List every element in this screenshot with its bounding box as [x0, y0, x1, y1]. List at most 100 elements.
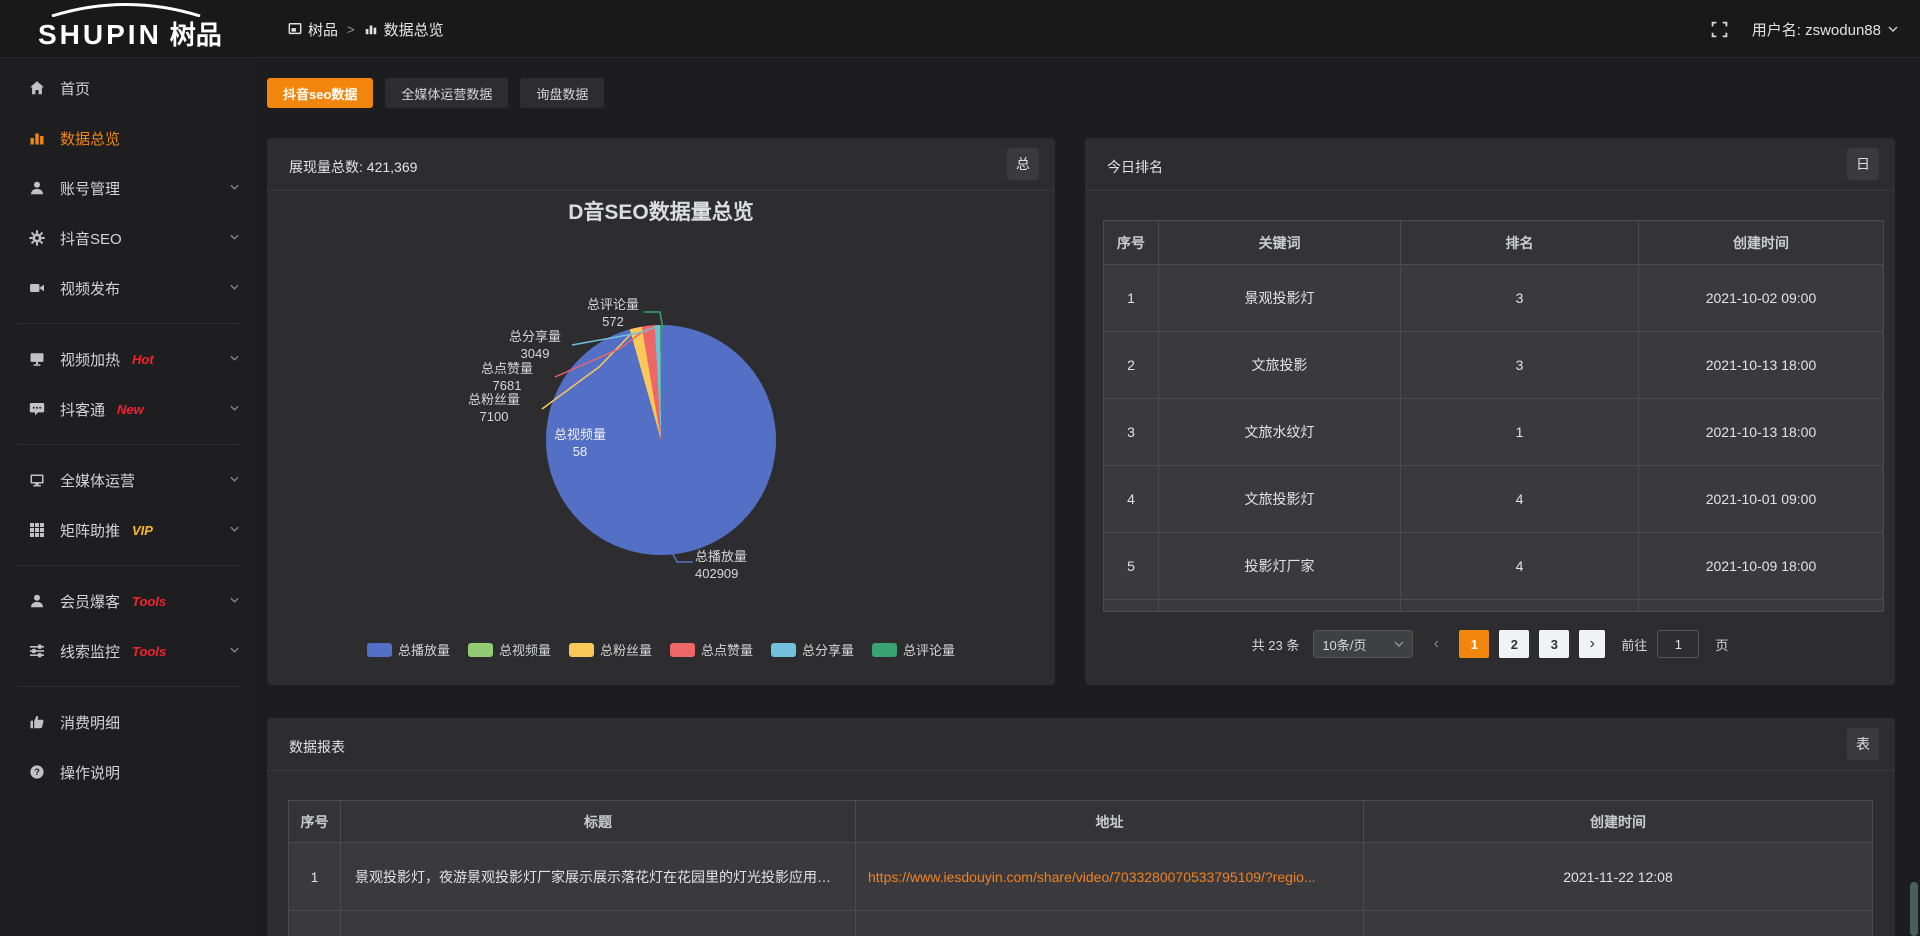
chevron-down-icon	[230, 405, 239, 411]
pie-label-video-count: 总视频量58	[534, 426, 626, 460]
chevron-down-icon	[1888, 26, 1898, 32]
ranking-panel-title: 今日排名	[1107, 157, 1163, 177]
sidebar-item-media-operation[interactable]: 全媒体运营	[0, 455, 257, 505]
page-size-select[interactable]: 10条/页	[1313, 630, 1413, 658]
prev-page-button[interactable]: ‹	[1423, 630, 1449, 658]
report-table: 序号 标题 地址 创建时间 1 景观投影灯，夜游景观投影灯厂家展示展示落花灯在花…	[288, 800, 1873, 936]
overview-badge-button[interactable]: 总	[1007, 148, 1039, 180]
logo-arc	[46, 1, 206, 17]
ranking-panel: 今日排名 日 序号 关键词 排名 创建时间 1景观投影灯32021-10-02 …	[1085, 138, 1895, 685]
gear-icon	[28, 230, 45, 247]
vip-badge: VIP	[132, 523, 153, 538]
legend-swatch	[670, 643, 695, 657]
chevron-down-icon	[230, 234, 239, 240]
sidebar-item-label: 操作说明	[60, 762, 120, 783]
sidebar-item-label: 线索监控	[60, 641, 120, 662]
sidebar-divider	[18, 565, 239, 566]
overview-panel-title: 展现量总数: 421,369	[289, 157, 417, 177]
report-title-cell: 景观投影灯，夜游景观投影灯厂家展示展示落花灯在花园里的灯光投影应用效果 #	[341, 843, 856, 911]
chat-bubble-icon	[28, 401, 45, 418]
table-row-partial	[289, 911, 1873, 936]
new-badge: New	[117, 402, 144, 417]
scrollbar-thumb[interactable]	[1910, 882, 1918, 936]
thumbs-up-icon	[28, 714, 45, 731]
table-row: 1景观投影灯32021-10-02 09:00	[1104, 265, 1884, 332]
sidebar-item-label: 消费明细	[60, 712, 120, 733]
username-label: 用户名: zswodun88	[1752, 19, 1881, 40]
breadcrumb-current-label: 数据总览	[384, 19, 444, 40]
sidebar-item-label: 视频加热	[60, 349, 120, 370]
report-panel-title: 数据报表	[289, 737, 345, 757]
video-camera-icon	[28, 280, 45, 297]
member-icon	[28, 593, 45, 610]
legend-item-play[interactable]: 总播放量	[367, 640, 450, 659]
sidebar-item-help[interactable]: ? 操作说明	[0, 747, 257, 797]
legend-item-like[interactable]: 总点赞量	[670, 640, 753, 659]
column-header: 标题	[341, 801, 856, 843]
ranking-badge-button[interactable]: 日	[1847, 148, 1879, 180]
next-page-button[interactable]: ›	[1579, 630, 1605, 658]
fullscreen-icon[interactable]	[1710, 19, 1730, 39]
tab-douyin-seo-data[interactable]: 抖音seo数据	[267, 78, 373, 108]
help-icon: ?	[28, 764, 45, 781]
legend-item-comment[interactable]: 总评论量	[872, 640, 955, 659]
legend-swatch	[569, 643, 594, 657]
breadcrumb-current[interactable]: 数据总览	[364, 19, 444, 40]
chevron-down-icon	[230, 284, 239, 290]
report-url-link[interactable]: https://www.iesdouyin.com/share/video/70…	[856, 843, 1364, 911]
page-button-2[interactable]: 2	[1499, 630, 1529, 658]
sidebar-item-account[interactable]: 账号管理	[0, 163, 257, 213]
legend-swatch	[872, 643, 897, 657]
column-header: 关键词	[1159, 221, 1401, 265]
breadcrumb-root[interactable]: 树品	[288, 19, 338, 40]
table-row: 2文旅投影32021-10-13 18:00	[1104, 332, 1884, 399]
sidebar-item-label: 矩阵助推	[60, 520, 120, 541]
monitor-icon	[28, 472, 45, 489]
goto-page-input[interactable]	[1657, 630, 1699, 658]
sidebar-item-douyin-seo[interactable]: 抖音SEO	[0, 213, 257, 263]
tab-bar: 抖音seo数据 全媒体运营数据 询盘数据	[267, 78, 604, 108]
sidebar: 首页 数据总览 账号管理	[0, 58, 257, 936]
tab-inquiry-data[interactable]: 询盘数据	[520, 78, 604, 108]
legend-item-share[interactable]: 总分享量	[771, 640, 854, 659]
sidebar-item-video-publish[interactable]: 视频发布	[0, 263, 257, 313]
pie-label-play-count: 总播放量402909	[695, 548, 805, 582]
sidebar-item-member-burst[interactable]: 会员爆客 Tools	[0, 576, 257, 626]
svg-text:?: ?	[34, 767, 40, 778]
page-button-1[interactable]: 1	[1459, 630, 1489, 658]
legend-swatch	[468, 643, 493, 657]
column-header: 创建时间	[1364, 801, 1873, 843]
home-icon	[28, 80, 45, 97]
sidebar-item-label: 抖音SEO	[60, 228, 122, 249]
logo-text-cn: 树品	[170, 18, 222, 52]
tools-badge: Tools	[132, 594, 166, 609]
sidebar-item-doutoketong[interactable]: 抖客通 New	[0, 384, 257, 434]
page-button-3[interactable]: 3	[1539, 630, 1569, 658]
sidebar-item-home[interactable]: 首页	[0, 63, 257, 113]
user-menu[interactable]: 用户名: zswodun88	[1752, 19, 1898, 40]
tab-media-operation-data[interactable]: 全媒体运营数据	[385, 78, 508, 108]
sidebar-divider	[18, 444, 239, 445]
breadcrumb-separator: >	[347, 22, 355, 37]
chevron-down-icon	[230, 184, 239, 190]
column-header: 序号	[289, 801, 341, 843]
sidebar-item-data-overview[interactable]: 数据总览	[0, 113, 257, 163]
sidebar-item-lead-monitor[interactable]: 线索监控 Tools	[0, 626, 257, 676]
sidebar-divider	[18, 323, 239, 324]
grid-icon	[28, 522, 45, 539]
sidebar-item-expense-detail[interactable]: 消费明细	[0, 697, 257, 747]
goto-label: 前往	[1621, 635, 1647, 654]
breadcrumb: 树品 > 数据总览	[288, 0, 444, 58]
sidebar-item-matrix-boost[interactable]: 矩阵助推 VIP	[0, 505, 257, 555]
tools-badge: Tools	[132, 644, 166, 659]
sidebar-item-video-heat[interactable]: 视频加热 Hot	[0, 334, 257, 384]
legend-item-fans[interactable]: 总粉丝量	[569, 640, 652, 659]
legend-swatch	[771, 643, 796, 657]
chevron-down-icon	[230, 355, 239, 361]
bar-chart-icon	[364, 22, 378, 36]
panel-divider	[267, 770, 1895, 771]
report-badge-button[interactable]: 表	[1847, 728, 1879, 760]
legend-item-video[interactable]: 总视频量	[468, 640, 551, 659]
bar-chart-icon	[28, 130, 45, 147]
sidebar-divider	[18, 686, 239, 687]
